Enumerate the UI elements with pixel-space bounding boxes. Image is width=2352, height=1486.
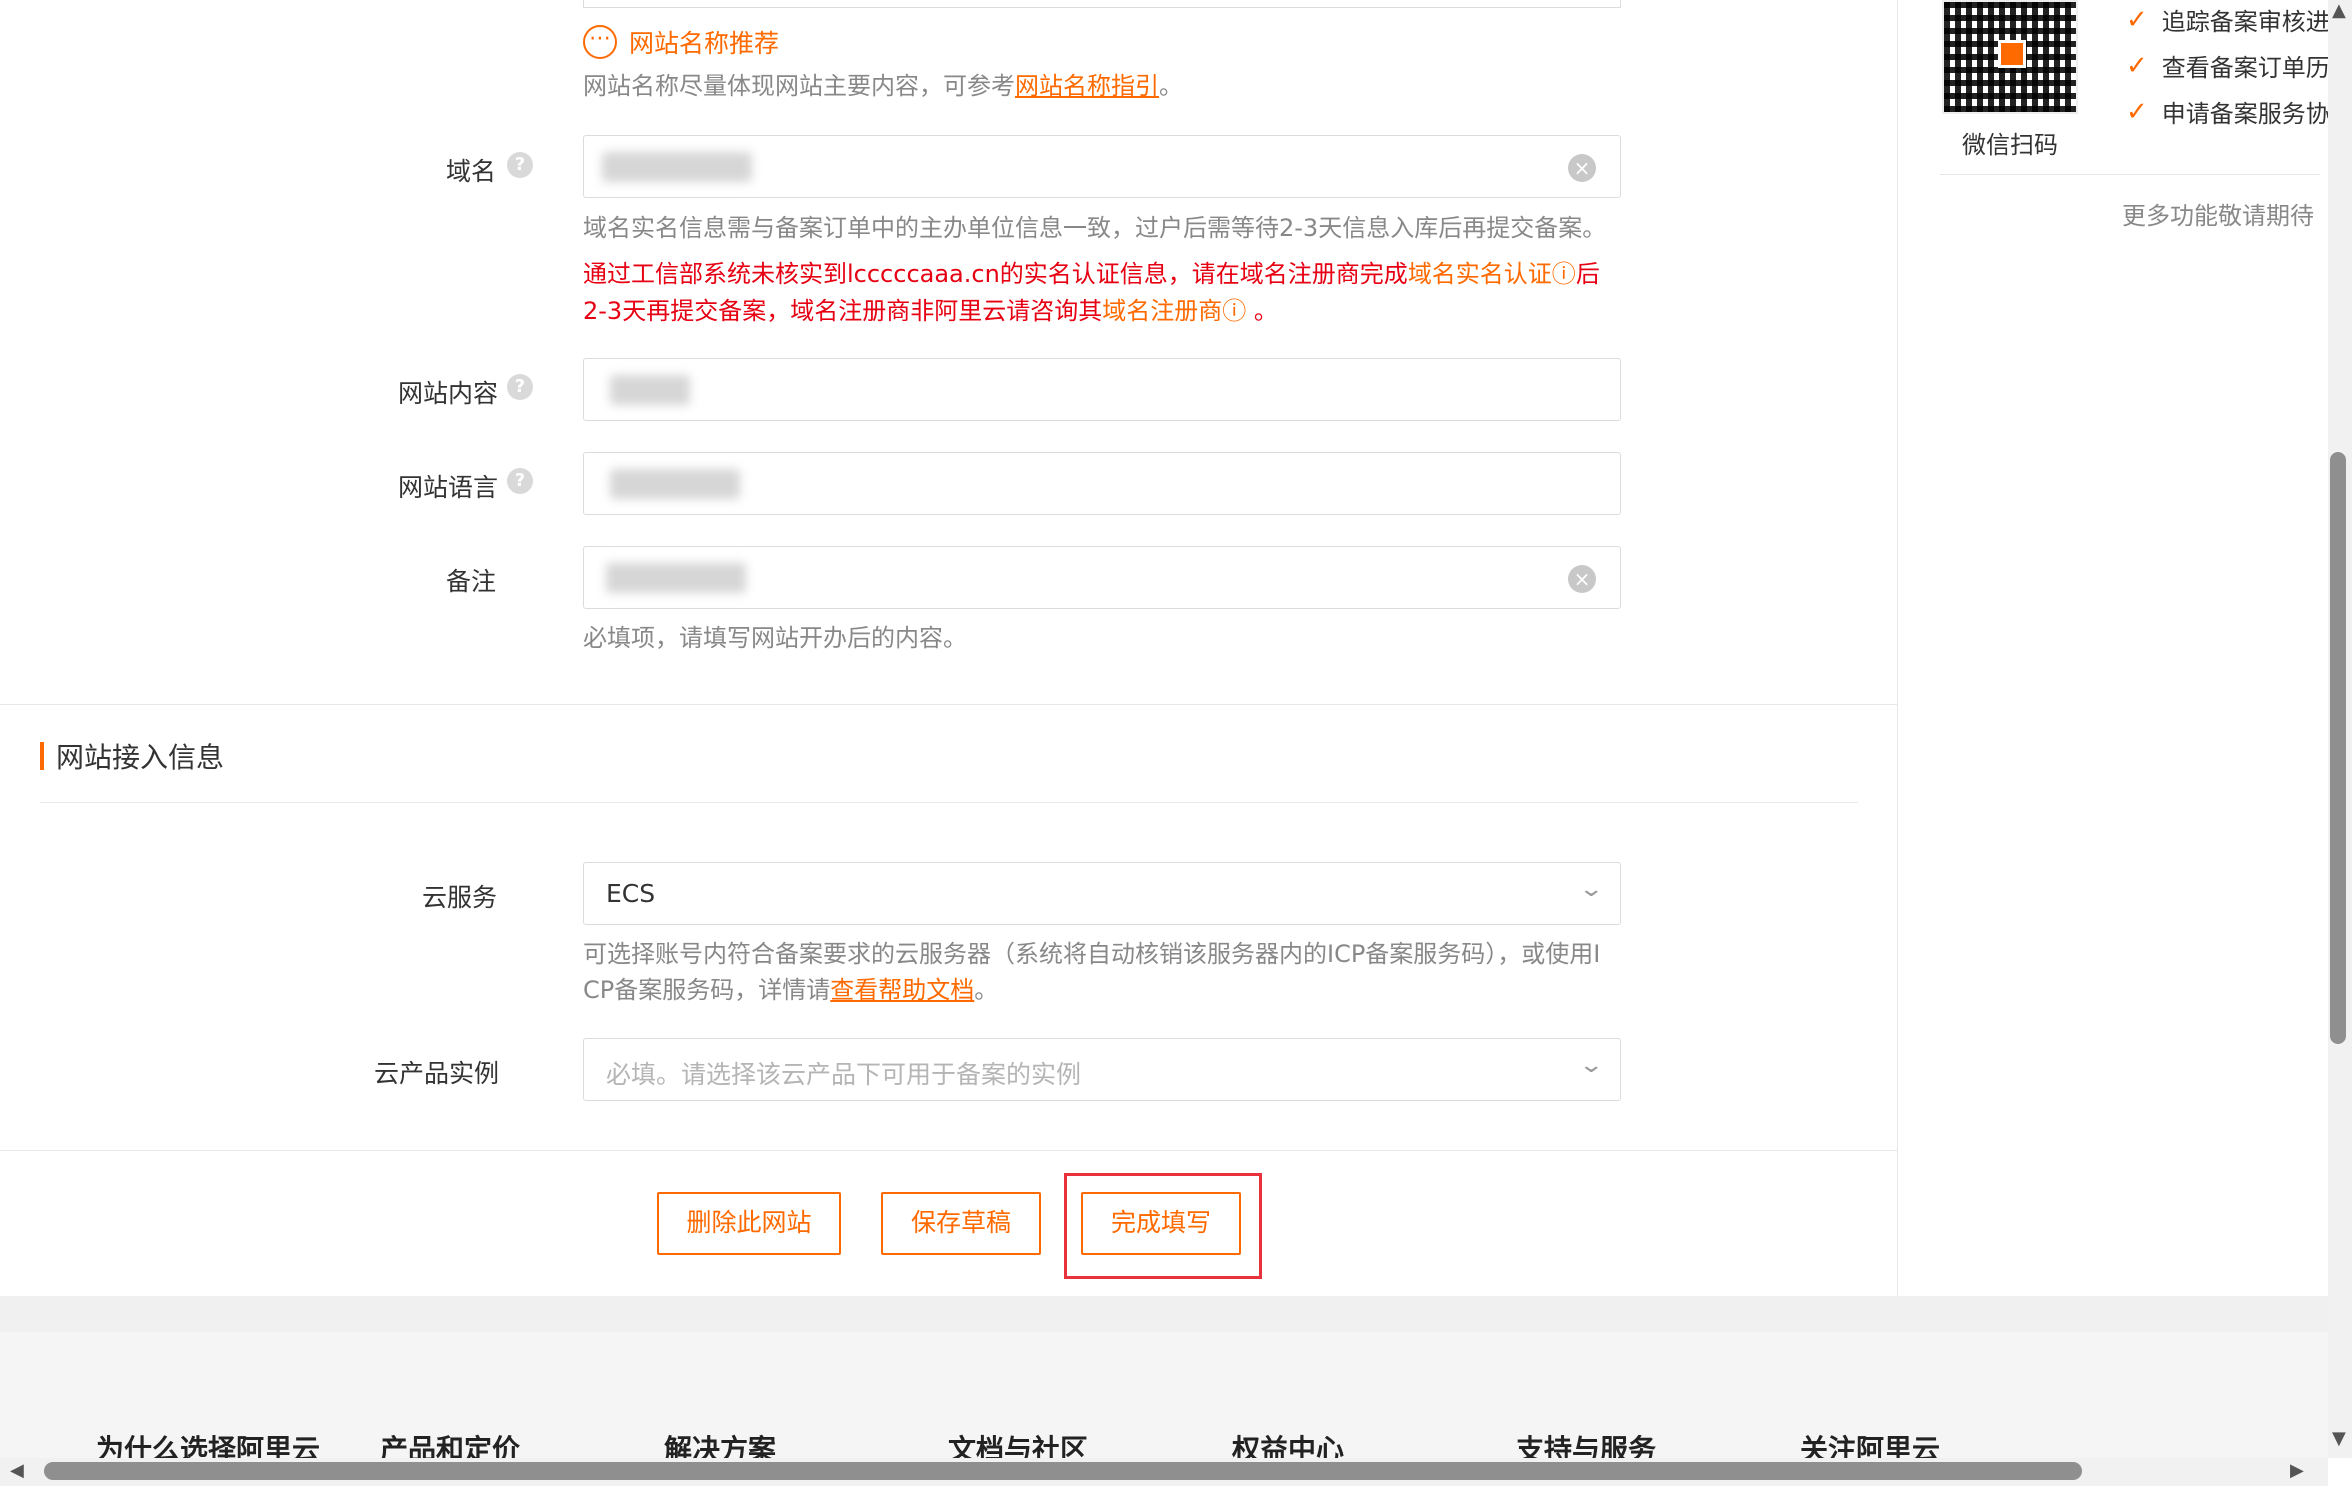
check-icon: ✓ (2126, 96, 2148, 127)
registrar-link[interactable]: 域名注册商ⓘ (1102, 297, 1246, 325)
redacted-value (610, 375, 690, 405)
help-icon[interactable]: ? (507, 468, 533, 494)
feature-item: ✓ 查看备案订单历 (2126, 48, 2330, 83)
selected-value: ECS (606, 879, 656, 908)
content-select[interactable] (583, 358, 1621, 421)
hint-period: 。 (974, 976, 999, 1004)
domain-input[interactable]: × (583, 135, 1621, 198)
qr-caption: 微信扫码 (1962, 131, 2058, 159)
help-icon[interactable]: ? (507, 152, 533, 178)
feature-label: 查看备案订单历 (2161, 54, 2330, 82)
vertical-scroll-thumb[interactable] (2330, 452, 2346, 1044)
highlight-box (1064, 1173, 1262, 1279)
delete-website-button[interactable]: 删除此网站 (657, 1192, 841, 1255)
language-select[interactable] (583, 452, 1621, 515)
sidebar-divider (1940, 174, 2320, 175)
website-name-suggestion-link[interactable]: ⋯ 网站名称推荐 (583, 24, 779, 60)
domain-label: 域名 (446, 157, 497, 186)
more-dots-icon: ⋯ (583, 25, 617, 59)
redacted-value (610, 469, 740, 499)
hint-text-2: CP备案服务码，详情请 (583, 976, 831, 1004)
suggestion-label: 网站名称推荐 (629, 29, 780, 58)
hint-text: 网站名称尽量体现网站主要内容，可参考 (583, 72, 1015, 100)
footer-band (0, 1296, 2328, 1332)
scroll-up-icon[interactable]: ▲ (2332, 0, 2346, 21)
domain-error-message: 通过工信部系统未核实到lcccccaaa.cn的实名认证信息，请在域名注册商完成… (583, 256, 1623, 330)
redacted-value (602, 152, 752, 182)
redacted-value (606, 563, 746, 593)
section-title-text: 网站接入信息 (56, 741, 225, 774)
hint-period: 。 (1159, 72, 1183, 100)
chevron-down-icon: ⌄ (1577, 1053, 1604, 1078)
instance-placeholder: 必填。请选择该云产品下可用于备案的实例 (606, 1060, 1082, 1089)
section-underline (40, 802, 1858, 803)
website-name-guide-link[interactable]: 网站名称指引 (1015, 72, 1159, 100)
qr-logo-icon (1998, 40, 2026, 68)
content-label: 网站内容 (398, 379, 499, 408)
scroll-down-icon[interactable]: ▼ (2332, 1428, 2346, 1449)
chevron-down-icon: ⌄ (1577, 877, 1604, 902)
cloud-service-select[interactable]: ECS ⌄ (583, 862, 1621, 925)
cloud-service-hint: 可选择账号内符合备案要求的云服务器（系统将自动核销该服务器内的ICP备案服务码）… (583, 936, 1623, 1008)
horizontal-scroll-thumb[interactable] (44, 1462, 2082, 1480)
remark-label: 备注 (446, 567, 497, 596)
help-icon[interactable]: ? (507, 374, 533, 400)
error-text-3: 。 (1246, 297, 1278, 325)
cloud-service-label: 云服务 (422, 883, 498, 912)
more-features-text: 更多功能敬请期待 (2122, 202, 2314, 230)
scroll-left-icon[interactable]: ◀ (10, 1460, 24, 1481)
language-label: 网站语言 (398, 473, 499, 502)
wechat-qr-code (1942, 0, 2078, 114)
section-divider (0, 704, 1898, 705)
access-section-title: 网站接入信息 (40, 736, 224, 776)
feature-label: 申请备案服务协 (2161, 100, 2330, 128)
instance-label: 云产品实例 (374, 1059, 500, 1088)
instance-select[interactable]: 必填。请选择该云产品下可用于备案的实例 ⌄ (583, 1038, 1621, 1101)
clear-icon[interactable]: × (1568, 565, 1596, 593)
feature-label: 追踪备案审核进 (2161, 8, 2330, 36)
website-name-hint: 网站名称尽量体现网站主要内容，可参考网站名称指引。 (583, 68, 1183, 104)
help-doc-link[interactable]: 查看帮助文档 (830, 976, 974, 1004)
hint-text: 可选择账号内符合备案要求的云服务器（系统将自动核销该服务器内的ICP备案服务码）… (583, 940, 1601, 968)
clear-icon[interactable]: × (1568, 154, 1596, 182)
save-draft-button[interactable]: 保存草稿 (881, 1192, 1041, 1255)
feature-item: ✓ 追踪备案审核进 (2126, 2, 2330, 37)
check-icon: ✓ (2126, 4, 2148, 35)
error-text: 通过工信部系统未核实到lcccccaaa.cn的实名认证信息，请在域名注册商完成 (583, 260, 1408, 288)
title-accent-bar (40, 742, 44, 770)
website-name-input[interactable] (583, 0, 1621, 8)
scroll-right-icon[interactable]: ▶ (2290, 1460, 2304, 1481)
remark-input[interactable]: × (583, 546, 1621, 609)
feature-item: ✓ 申请备案服务协 (2126, 94, 2330, 129)
actions-divider (0, 1150, 1898, 1151)
remark-hint: 必填项，请填写网站开办后的内容。 (583, 624, 967, 652)
check-icon: ✓ (2126, 50, 2148, 81)
domain-hint: 域名实名信息需与备案订单中的主办单位信息一致，过户后需等待2-3天信息入库后再提… (583, 214, 1607, 242)
domain-verify-link[interactable]: 域名实名认证ⓘ (1408, 260, 1576, 288)
